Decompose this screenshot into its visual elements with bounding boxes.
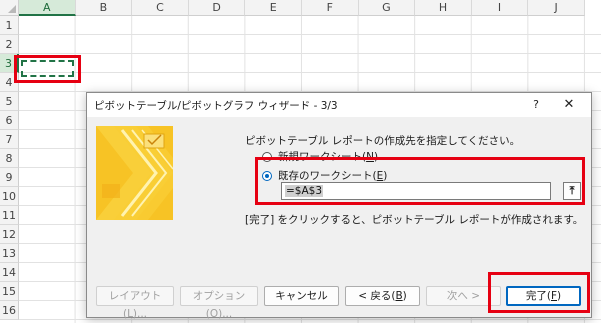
column-header-f[interactable]: F bbox=[301, 0, 359, 16]
row-header-11[interactable]: 11 bbox=[0, 206, 19, 225]
column-header-a[interactable]: A bbox=[19, 0, 76, 16]
destination-prompt: ピボットテーブル レポートの作成先を指定してください。 bbox=[245, 135, 521, 147]
column-header-e[interactable]: E bbox=[245, 0, 302, 16]
column-header-d[interactable]: D bbox=[188, 0, 246, 16]
column-header-h[interactable]: H bbox=[415, 0, 472, 16]
highlight-box-existing bbox=[255, 157, 585, 205]
column-header-j[interactable]: J bbox=[528, 0, 585, 16]
row-header-9[interactable]: 9 bbox=[0, 168, 19, 187]
close-button[interactable]: ✕ bbox=[557, 95, 581, 115]
row-header-15[interactable]: 15 bbox=[0, 282, 19, 301]
row-header-7[interactable]: 7 bbox=[0, 130, 19, 149]
column-header-b[interactable]: B bbox=[75, 0, 133, 16]
row-header-12[interactable]: 12 bbox=[0, 225, 19, 244]
row-header-5[interactable]: 5 bbox=[0, 92, 19, 111]
row-header-13[interactable]: 13 bbox=[0, 244, 19, 263]
layout-button[interactable]: レイアウト(L)... bbox=[96, 286, 174, 320]
dialog-titlebar[interactable]: ピボットテーブル/ピボットグラフ ウィザード - 3/3 ? ✕ bbox=[87, 93, 591, 117]
finish-info-text: [完了] をクリックすると、ピボットテーブル レポートが作成されます。 bbox=[245, 214, 584, 226]
row-header-16[interactable]: 16 bbox=[0, 301, 19, 320]
select-all-corner[interactable] bbox=[0, 0, 19, 16]
row-header-10[interactable]: 10 bbox=[0, 187, 19, 206]
dialog-title: ピボットテーブル/ピボットグラフ ウィザード - 3/3 bbox=[94, 100, 338, 112]
row-header-1[interactable]: 1 bbox=[0, 16, 19, 35]
column-headers: A B C D E F G H I J bbox=[19, 0, 585, 16]
cancel-button[interactable]: キャンセル bbox=[264, 286, 339, 306]
row-header-14[interactable]: 14 bbox=[0, 263, 19, 282]
options-button[interactable]: オプション(O)... bbox=[180, 286, 258, 320]
wizard-chevron-image bbox=[96, 126, 173, 220]
column-header-g[interactable]: G bbox=[358, 0, 416, 16]
highlight-box-cell bbox=[14, 55, 81, 83]
highlight-box-finish bbox=[488, 272, 590, 313]
help-button[interactable]: ? bbox=[525, 95, 547, 115]
row-header-2[interactable]: 2 bbox=[0, 35, 19, 54]
column-header-c[interactable]: C bbox=[132, 0, 189, 16]
row-header-8[interactable]: 8 bbox=[0, 149, 19, 168]
column-header-i[interactable]: I bbox=[471, 0, 529, 16]
back-button[interactable]: < 戻る(B) bbox=[345, 286, 420, 306]
row-header-6[interactable]: 6 bbox=[0, 111, 19, 130]
